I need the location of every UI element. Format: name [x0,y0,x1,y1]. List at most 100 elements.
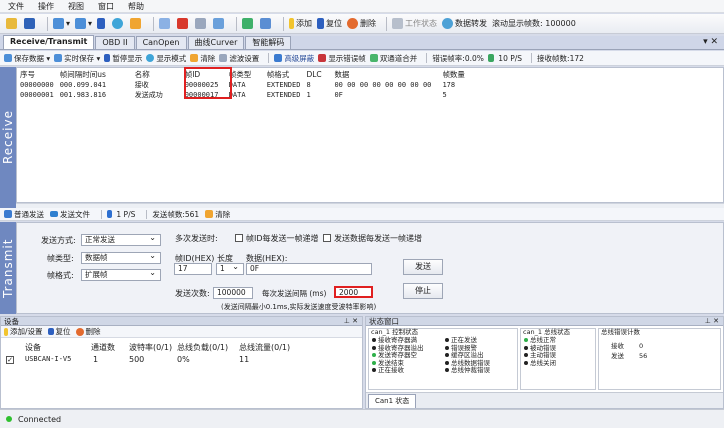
cell: 00000000 [20,81,54,89]
device-traffic: 11 [239,355,250,364]
screen-button[interactable] [159,18,172,29]
data-forward-button[interactable]: 数据转发 [442,18,487,29]
frame-format-select[interactable]: 扩展帧 [81,268,161,281]
send-count-input[interactable]: 100000 [213,287,253,299]
pin-icon[interactable]: ⊥ ✕ [705,317,719,326]
header-frame-format[interactable]: 帧格式 [264,68,304,80]
control-state-group: can_1 控制状态 接收寄存器满 接收寄存器溢出 发送寄存器空 发送结束 正在接收 正… [368,328,518,390]
rx-save-data-button[interactable]: 保存数据 ▾ [4,53,50,64]
pause-button[interactable] [97,18,107,29]
filter-icon [195,18,207,29]
save-data-button[interactable]: ▾ [53,18,70,29]
clear-button[interactable] [130,18,143,29]
realtime-save-icon [54,54,63,62]
header-name[interactable]: 名称 [132,68,182,80]
arrow-right-icon [50,211,58,217]
send-mode-select[interactable]: 正常发送 [81,233,161,246]
device-name[interactable]: USBCAN-I-V5 [25,355,71,363]
down-arrow-icon [107,210,112,218]
status-dot-icon [445,353,449,357]
tx-clear-button[interactable]: 清除 [205,209,230,220]
interval-input[interactable]: 2000 [334,286,373,298]
display-mode-button[interactable] [112,18,125,29]
header-data[interactable]: 数据 [331,68,439,80]
tab-obd[interactable]: OBD II [95,36,135,49]
id-increment-checkbox[interactable]: 帧ID每发送一帧递增 [235,233,319,244]
menu-file[interactable]: 文件 [8,1,24,12]
work-state-button[interactable]: 工作状态 [392,18,437,29]
device-add-button[interactable]: 添加/设置 [4,326,43,337]
scroll-frames-value[interactable]: 100000 [545,19,576,28]
header-interval[interactable]: 帧间隔时间us [57,68,132,80]
rx-clear-button[interactable]: 清除 [190,53,215,64]
rx-count-label: 接收帧数:172 [537,53,584,63]
device-remove-button[interactable]: 删除 [75,326,101,337]
advanced-screen-button[interactable]: 高级屏蔽 [274,53,314,64]
chart-button[interactable] [213,18,226,29]
rx-error-value: 0 [639,342,644,350]
tab-canopen[interactable]: CanOpen [135,36,187,49]
menu-window[interactable]: 窗口 [98,1,114,12]
tab-decode[interactable]: 智能解码 [245,36,292,49]
frame-format-label: 帧格式: [47,271,74,280]
send-button[interactable]: 发送 [403,259,443,275]
dual-channel-button[interactable]: 双通道合并 [369,53,417,64]
device-reset-button[interactable]: 复位 [47,326,71,337]
header-dlc[interactable]: DLC [303,68,331,80]
save-button[interactable] [24,18,37,29]
header-count[interactable]: 帧数量 [439,68,479,80]
pin-icon[interactable]: ⊥ ✕ [344,317,358,326]
normal-send-button[interactable]: 普通发送 [4,209,44,220]
reset-icon [317,18,325,29]
realtime-save-button[interactable]: ▾ [75,18,92,29]
frame-id-input[interactable]: 17 [174,263,212,275]
file-send-button[interactable]: 发送文件 [50,209,90,220]
stop-button[interactable]: 停止 [403,283,443,299]
rx-pause-button[interactable]: 暂停显示 [104,53,142,64]
status-dot-icon [524,353,528,357]
broom-icon [130,18,142,29]
traffic-header: 总线流量(0/1) [239,343,291,352]
menu-operate[interactable]: 操作 [38,1,54,12]
forward-button[interactable] [242,18,255,29]
baud-header: 波特率(0/1) [129,343,173,352]
data-input[interactable]: 0F [246,263,372,275]
add-icon [4,327,8,336]
header-seq[interactable]: 序号 [17,68,57,80]
menu-help[interactable]: 帮助 [128,1,144,12]
receive-table[interactable]: 序号 帧间隔时间us 名称 帧ID 帧类型 帧格式 DLC 数据 帧数量 000… [16,67,724,203]
screen-icon [159,18,171,29]
close-device-button[interactable] [177,18,190,29]
cell: 发送成功 [134,91,163,99]
rx-filter-button[interactable]: 滤波设置 [219,53,259,64]
table-row[interactable]: 00000000 000.099.041 接收 00000025 DATA EX… [17,80,479,90]
status-dot-icon [372,360,376,365]
disk-icon [24,18,35,29]
reset-button[interactable]: 复位 [317,18,342,29]
device-header: 设备 [25,343,41,352]
rx-error-label: 接收 [611,342,624,350]
remove-button[interactable]: 删除 [347,18,376,29]
tab-can1-status[interactable]: Can1 状态 [368,394,417,408]
data-increment-checkbox[interactable]: 发送数据每发送一帧递增 [323,233,422,244]
show-error-frames-button[interactable]: 显示错误帧 [318,53,366,64]
new-button[interactable] [6,18,19,29]
receive-toolbar: 保存数据 ▾ 实时保存 ▾ 暂停显示 显示模式 清除 滤波设置 高级屏蔽 显示错… [0,51,724,66]
pause-icon [104,54,111,62]
menu-view[interactable]: 视图 [68,1,84,12]
length-select[interactable]: 1 [216,262,244,275]
device-row-checkbox[interactable]: ✓ [6,354,17,364]
tab-receive-transmit[interactable]: Receive/Transmit [3,35,95,49]
checkbox-checked-icon: ✓ [6,356,14,364]
rx-realtime-save-button[interactable]: 实时保存 ▾ [54,53,100,64]
remove-icon [347,18,359,29]
add-button[interactable]: 添加 [289,18,312,29]
minus-button[interactable] [260,18,273,29]
tab-close-icon[interactable]: ▾ ✕ [703,37,718,47]
tab-curve[interactable]: 曲线Curver [187,36,245,49]
frame-type-select[interactable]: 数据帧 [81,251,161,264]
table-row[interactable]: 00000001 001.983.816 发送成功 00000017 DATA … [17,90,479,100]
filter-button[interactable] [195,18,208,29]
rx-display-mode-button[interactable]: 显示模式 [146,53,186,64]
broom-icon [190,54,199,62]
